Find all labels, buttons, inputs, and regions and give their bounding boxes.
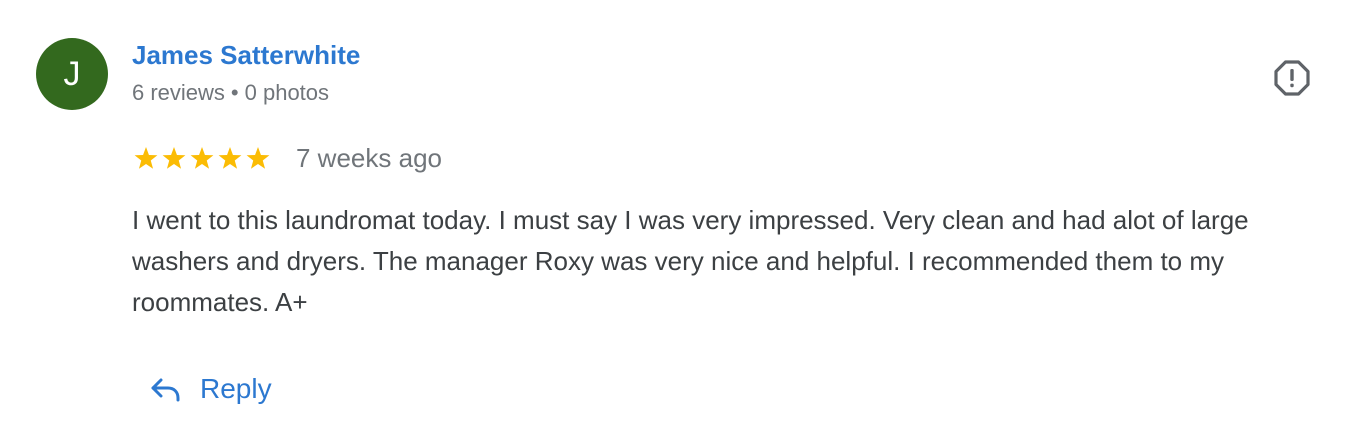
author-name-link[interactable]: James Satterwhite [132,40,360,71]
report-flag-icon[interactable] [1272,58,1312,98]
reply-button[interactable]: Reply [148,372,272,406]
review-text: I went to this laundromat today. I must … [132,205,1249,317]
review-time: 7 weeks ago [296,143,442,173]
star-icon [162,147,186,169]
star-rating [132,144,272,174]
author-meta: 6 reviews • 0 photos [132,80,329,106]
meta-separator: • [230,80,239,105]
reply-label: Reply [200,373,272,404]
star-icon [190,147,214,169]
photos-count: 0 photos [244,80,330,105]
reviews-count: 6 reviews [132,80,225,105]
star-icon [218,147,242,169]
reply-arrow-icon [151,378,180,402]
review-card: J James Satterwhite 6 reviews • 0 photos 7… [0,0,1362,438]
star-icon [246,147,270,169]
star-icon [134,147,158,169]
avatar[interactable]: J [36,38,108,110]
